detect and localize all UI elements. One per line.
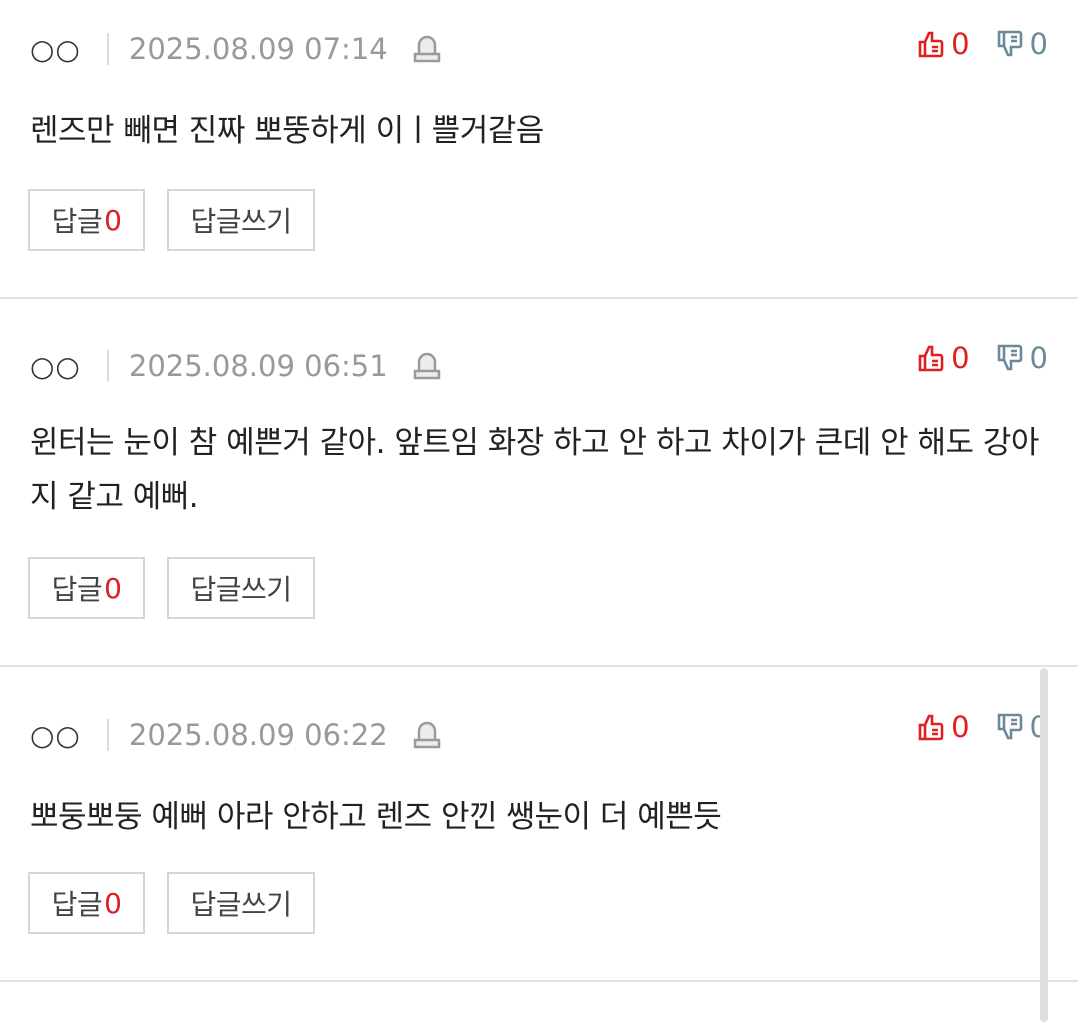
write-reply-button[interactable]: 답글쓰기 [167,557,315,619]
vote-area: 0 0 [917,338,1048,378]
downvote-count: 0 [1029,27,1048,61]
thumbs-up-icon [918,31,944,58]
reply-count: 0 [104,571,122,605]
write-reply-button[interactable]: 답글쓰기 [167,872,315,934]
comment-list-page: ○○ 2025.08.09 07:14 0 0 렌즈만 빼면 진짜 뽀뚱하게 이… [0,0,1078,1022]
downvote-count: 0 [1029,341,1048,375]
comment-text: 뽀둥뽀둥 예뻐 아라 안하고 렌즈 안낀 쌩눈이 더 예쁜듯 [30,799,722,835]
upvote-button[interactable]: 0 [917,27,970,61]
reply-count-button[interactable]: 답글 0 [28,557,145,619]
comment-actions: 답글 0 답글쓰기 [28,189,315,251]
reply-count: 0 [104,886,122,920]
upvote-count: 0 [951,27,970,61]
reply-count: 0 [104,203,122,237]
thumbs-down-icon [997,344,1022,371]
downvote-button[interactable]: 0 [996,341,1048,375]
upvote-button[interactable]: 0 [917,341,970,375]
comment-text: 렌즈만 빼면 진짜 뽀뚱하게 이ㅣ쁠거같음 [30,113,544,149]
thumbs-up-icon [918,345,944,372]
comment-author: ○○ [30,349,81,383]
upvote-count: 0 [951,341,970,375]
reply-label: 답글 [51,205,103,238]
comment-date: 2025.08.09 06:22 [128,718,388,752]
comment-item: ○○ 2025.08.09 06:22 0 0 뽀둥뽀둥 예뻐 아라 안하고 렌… [0,667,1078,982]
comment-text: 윈터는 눈이 참 예쁜거 같아. 앞트임 화장 하고 안 하고 차이가 큰데 안… [30,425,1039,515]
meta-divider [106,719,109,751]
comment-date: 2025.08.09 06:51 [128,349,388,383]
siren-report-icon[interactable] [412,719,442,751]
comment-meta: ○○ 2025.08.09 06:51 [30,346,442,386]
siren-report-icon[interactable] [412,350,442,382]
comment-author: ○○ [30,718,81,752]
comment-item: ○○ 2025.08.09 07:14 0 0 렌즈만 빼면 진짜 뽀뚱하게 이… [0,0,1078,299]
reply-label: 답글 [51,573,103,606]
upvote-count: 0 [951,710,970,744]
siren-report-icon[interactable] [412,33,442,65]
vote-area: 0 0 [917,24,1048,64]
meta-divider [106,33,109,65]
reply-label: 답글 [51,888,103,921]
scrollbar[interactable] [1040,668,1048,1022]
comment-meta: ○○ 2025.08.09 06:22 [30,715,442,755]
reply-count-button[interactable]: 답글 0 [28,872,145,934]
write-reply-button[interactable]: 답글쓰기 [167,189,315,251]
downvote-button[interactable]: 0 [996,27,1048,61]
upvote-button[interactable]: 0 [917,710,970,744]
comment-actions: 답글 0 답글쓰기 [28,872,315,934]
comment-meta: ○○ 2025.08.09 07:14 [30,29,442,69]
thumbs-up-icon [918,714,944,741]
comment-item: ○○ 2025.08.09 06:51 0 0 윈터는 눈이 참 예쁜거 같아.… [0,299,1078,667]
comment-date: 2025.08.09 07:14 [128,32,388,66]
comment-author: ○○ [30,32,81,66]
reply-count-button[interactable]: 답글 0 [28,189,145,251]
vote-area: 0 0 [917,707,1048,747]
thumbs-down-icon [997,30,1022,57]
thumbs-down-icon [997,713,1022,740]
meta-divider [106,350,109,382]
comment-actions: 답글 0 답글쓰기 [28,557,315,619]
